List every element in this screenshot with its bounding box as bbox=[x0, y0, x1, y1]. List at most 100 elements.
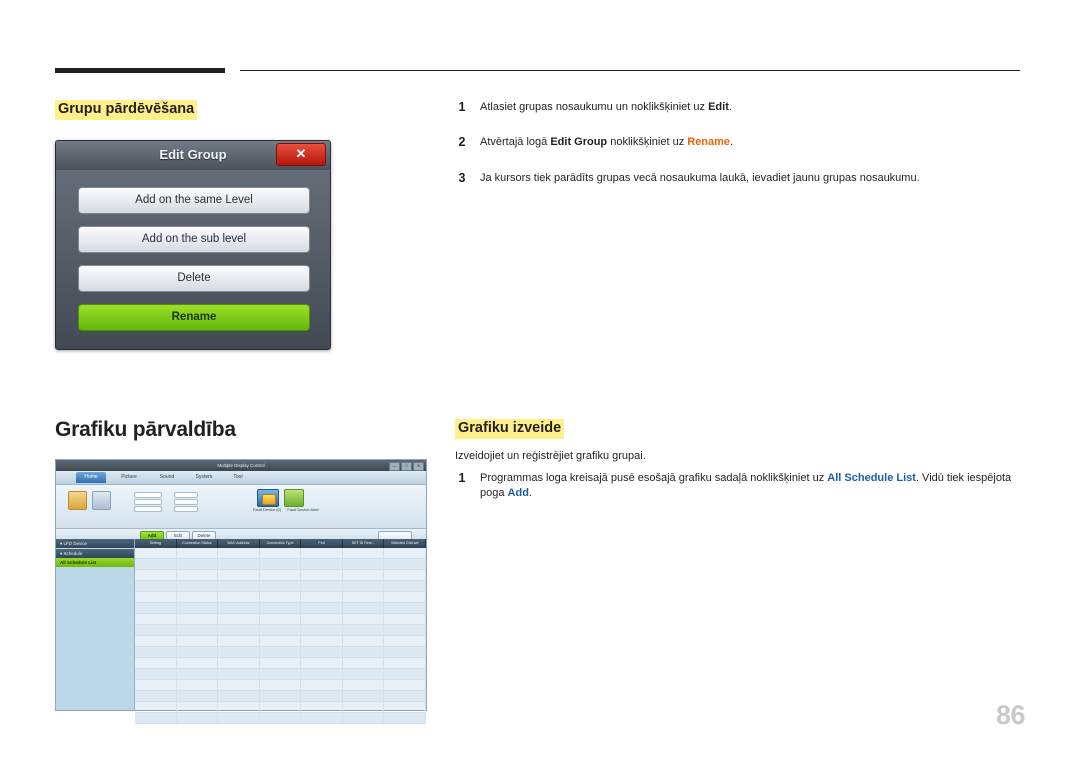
tab-tool[interactable]: Tool bbox=[226, 472, 250, 483]
table-cell bbox=[135, 713, 177, 723]
table-cell bbox=[260, 581, 302, 591]
maximize-icon[interactable]: □ bbox=[401, 462, 412, 471]
ribbon-field-6[interactable] bbox=[174, 506, 198, 512]
table-cell bbox=[343, 603, 385, 613]
ribbon-field-2[interactable] bbox=[134, 499, 162, 505]
table-cell bbox=[218, 713, 260, 723]
minimize-icon[interactable]: — bbox=[389, 462, 400, 471]
close-icon[interactable]: ✕ bbox=[276, 143, 326, 166]
table-row[interactable] bbox=[135, 680, 427, 691]
table-cell bbox=[260, 570, 302, 580]
ribbon-field-4[interactable] bbox=[174, 492, 198, 498]
step-number: 2 bbox=[458, 135, 466, 149]
table-cell bbox=[218, 570, 260, 580]
table-cell bbox=[343, 559, 385, 569]
table-cell bbox=[260, 658, 302, 668]
tree-header-schedule-label: Schedule bbox=[63, 551, 83, 556]
table-row[interactable] bbox=[135, 625, 427, 636]
table-cell bbox=[260, 669, 302, 679]
table-row[interactable] bbox=[135, 713, 427, 724]
table-cell bbox=[301, 625, 343, 635]
table-cell bbox=[177, 614, 219, 624]
step-text: Atlasiet grupas nosaukumu un noklikšķini… bbox=[480, 101, 732, 113]
table-row[interactable] bbox=[135, 691, 427, 702]
table-cell bbox=[260, 559, 302, 569]
table-cell bbox=[260, 647, 302, 657]
mdc-titlebar: Multiple Display Control — □ ✕ bbox=[56, 460, 426, 471]
ribbon-label-fault-device: Fault Device (0) bbox=[252, 507, 282, 512]
grid-col-port[interactable]: Port bbox=[301, 539, 343, 548]
table-cell bbox=[301, 559, 343, 569]
table-row[interactable] bbox=[135, 658, 427, 669]
ribbon-field-5[interactable] bbox=[174, 499, 198, 505]
fault-device-alert-icon[interactable] bbox=[284, 489, 304, 507]
grid-col-set-id[interactable]: SET ID Rest... bbox=[343, 539, 385, 548]
table-cell bbox=[177, 647, 219, 657]
ribbon-icon-1[interactable] bbox=[68, 491, 87, 510]
table-cell bbox=[301, 680, 343, 690]
grid-col-mac-address[interactable]: MAC Address bbox=[218, 539, 260, 548]
step-text: Ja kursors tiek parādīts grupas vecā nos… bbox=[480, 172, 920, 184]
mdc-data-grid: Setting Connection Status MAC Address Co… bbox=[135, 539, 427, 724]
table-cell bbox=[135, 603, 177, 613]
table-row[interactable] bbox=[135, 669, 427, 680]
table-cell bbox=[218, 559, 260, 569]
tree-header-schedule[interactable]: ▾ Schedule bbox=[56, 549, 134, 558]
step-number: 1 bbox=[458, 471, 466, 485]
table-row[interactable] bbox=[135, 702, 427, 713]
rename-button[interactable]: Rename bbox=[78, 304, 310, 331]
step-2: 2 Atvērtajā logā Edit Group noklikšķinie… bbox=[455, 135, 1015, 150]
grid-col-connection-type[interactable]: Connection Type bbox=[260, 539, 302, 548]
table-cell bbox=[301, 713, 343, 723]
table-cell bbox=[135, 702, 177, 712]
table-cell bbox=[135, 592, 177, 602]
table-row[interactable] bbox=[135, 581, 427, 592]
ribbon-label-fault-device-alert: Fault Device Alert bbox=[287, 507, 319, 512]
table-cell bbox=[177, 625, 219, 635]
grid-col-setting[interactable]: Setting bbox=[135, 539, 177, 548]
table-row[interactable] bbox=[135, 559, 427, 570]
table-row[interactable] bbox=[135, 614, 427, 625]
tab-sound[interactable]: Sound bbox=[152, 472, 182, 483]
tab-home[interactable]: Home bbox=[76, 472, 106, 483]
table-cell bbox=[384, 581, 427, 591]
table-row[interactable] bbox=[135, 636, 427, 647]
mdc-ribbon: Fault Device (0) Fault Device Alert bbox=[56, 485, 426, 529]
tab-system[interactable]: System bbox=[188, 472, 220, 483]
table-row[interactable] bbox=[135, 592, 427, 603]
table-cell bbox=[135, 647, 177, 657]
table-cell bbox=[177, 669, 219, 679]
table-cell bbox=[218, 592, 260, 602]
close-icon[interactable]: ✕ bbox=[413, 462, 424, 471]
grid-header-row: Setting Connection Status MAC Address Co… bbox=[135, 539, 427, 548]
table-cell bbox=[301, 592, 343, 602]
table-row[interactable] bbox=[135, 570, 427, 581]
table-row[interactable] bbox=[135, 548, 427, 559]
table-cell bbox=[135, 658, 177, 668]
ribbon-field-1[interactable] bbox=[134, 492, 162, 498]
add-on-same-level-button[interactable]: Add on the same Level bbox=[78, 187, 310, 214]
table-cell bbox=[135, 669, 177, 679]
table-row[interactable] bbox=[135, 647, 427, 658]
tree-item-all-schedule-list[interactable]: All Schedule List bbox=[56, 558, 134, 567]
schedule-step-1: 1 Programmas loga kreisajā pusē esošajā … bbox=[455, 471, 1025, 501]
add-on-sub-level-button[interactable]: Add on the sub level bbox=[78, 226, 310, 253]
table-cell bbox=[301, 658, 343, 668]
table-cell bbox=[343, 614, 385, 624]
table-cell bbox=[384, 636, 427, 646]
table-cell bbox=[260, 592, 302, 602]
header-rule-thin bbox=[240, 70, 1020, 71]
tab-picture[interactable]: Picture bbox=[112, 472, 146, 483]
grid-col-selected[interactable]: Selected Grid set bbox=[384, 539, 427, 548]
ribbon-field-3[interactable] bbox=[134, 506, 162, 512]
table-cell bbox=[218, 548, 260, 558]
delete-button[interactable]: Delete bbox=[78, 265, 310, 292]
table-cell bbox=[384, 548, 427, 558]
tree-header-lfd-device[interactable]: ▾ LFD Device bbox=[56, 539, 134, 548]
grid-col-connection-status[interactable]: Connection Status bbox=[177, 539, 219, 548]
edit-group-dialog: Edit Group ✕ Add on the same Level Add o… bbox=[55, 140, 331, 350]
ribbon-icon-2[interactable] bbox=[92, 491, 111, 510]
table-row[interactable] bbox=[135, 603, 427, 614]
section-heading-create-schedule: Grafiku izveide bbox=[455, 419, 565, 439]
table-cell bbox=[260, 636, 302, 646]
